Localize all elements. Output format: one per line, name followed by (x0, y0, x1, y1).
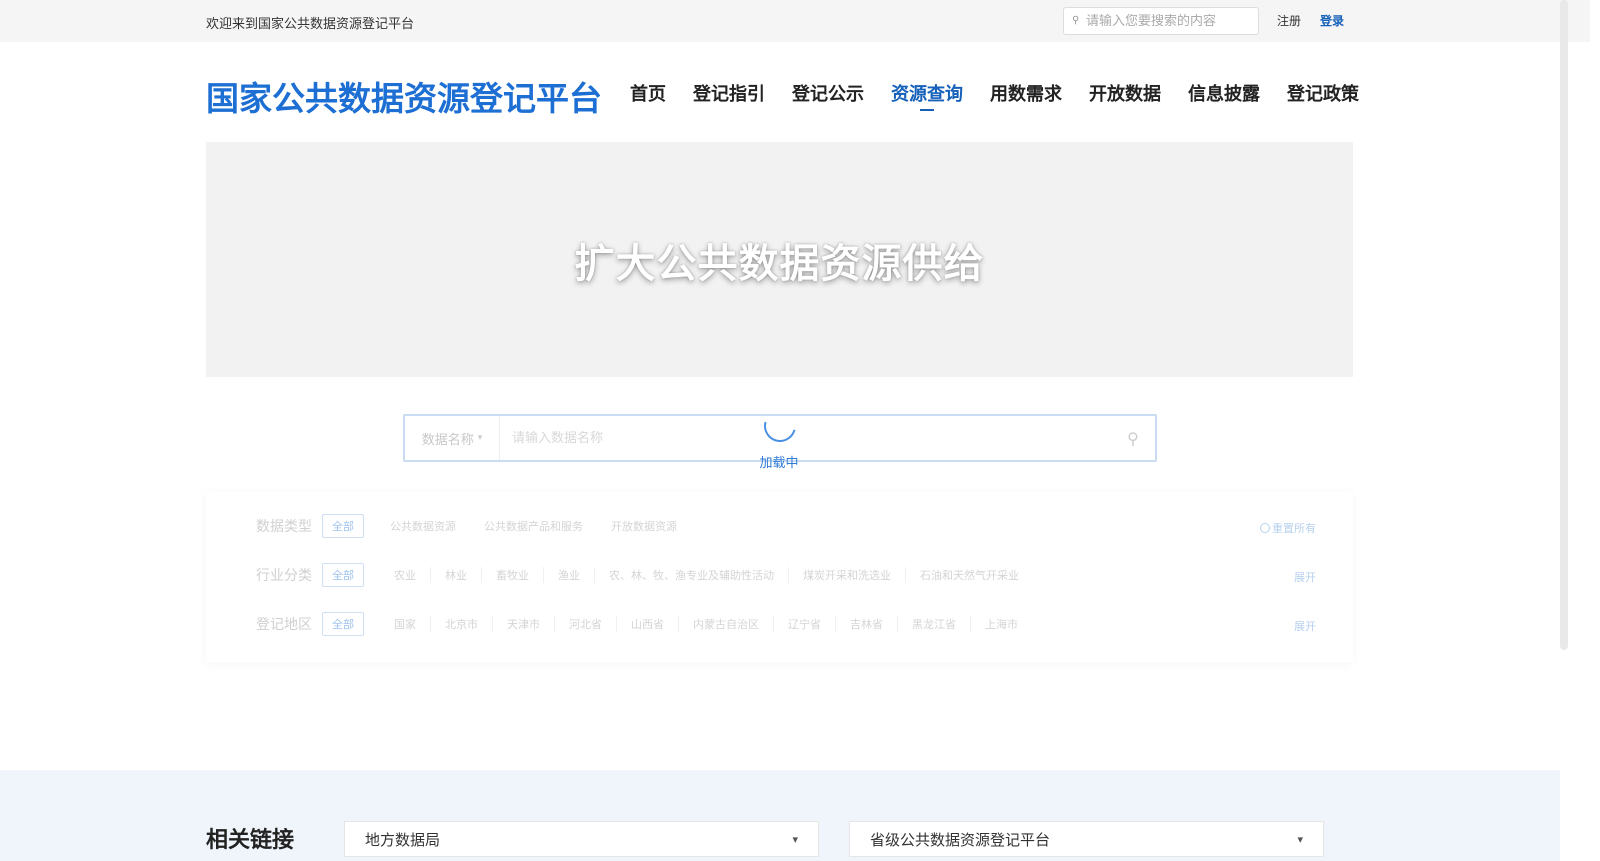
loading-indicator: 加载中 (758, 404, 802, 471)
search-button[interactable]: ⚲ (1111, 416, 1155, 460)
chevron-down-icon: ▾ (1297, 832, 1303, 846)
select-label: 省级公共数据资源登记平台 (870, 830, 1051, 849)
footer-links-section: 相关链接 地方数据局 ▾ 省级公共数据资源登记平台 ▾ (0, 770, 1560, 861)
resource-search-input[interactable] (500, 430, 1111, 446)
filter-panel: 数据类型 全部 公共数据资源 公共数据产品和服务 开放数据资源 重置所有 行业分… (206, 492, 1353, 662)
welcome-text: 欢迎来到国家公共数据资源登记平台 (206, 17, 415, 32)
filter-option[interactable]: 内蒙古自治区 (679, 616, 774, 632)
chevron-down-icon: ▾ (792, 832, 798, 846)
site-logo[interactable]: 国家公共数据资源登记平台 (206, 72, 602, 120)
select-label: 地方数据局 (365, 830, 441, 849)
filter-option[interactable]: 公共数据资源 (380, 518, 474, 534)
local-data-bureau-select[interactable]: 地方数据局 ▾ (344, 821, 819, 857)
filter-option[interactable]: 林业 (431, 567, 482, 583)
filter-label: 行业分类 (256, 568, 312, 584)
page: 欢迎来到国家公共数据资源登记平台 ⚲ 注册 登录 国家公共数据资源登记平台 首页… (0, 0, 1600, 861)
filter-option[interactable]: 黑龙江省 (898, 616, 971, 632)
filter-label: 数据类型 (256, 519, 312, 535)
nav-home[interactable]: 首页 (630, 80, 666, 106)
nav-policy[interactable]: 登记政策 (1287, 80, 1359, 106)
filter-option[interactable]: 农、林、牧、渔专业及辅助性活动 (595, 567, 789, 583)
chevron-down-icon: ▾ (477, 433, 483, 443)
top-search-input[interactable] (1086, 13, 1256, 29)
filter-option[interactable]: 畜牧业 (482, 567, 544, 583)
expand-region-link[interactable]: 展开 (1294, 618, 1316, 634)
search-icon: ⚲ (1127, 428, 1139, 448)
filter-all-tag[interactable]: 全部 (322, 514, 364, 538)
search-type-select[interactable]: 数据名称 ▾ (405, 416, 500, 460)
hero-banner: 扩大公共数据资源供给 (206, 142, 1353, 377)
filter-option[interactable]: 北京市 (431, 616, 493, 632)
related-links-title: 相关链接 (206, 828, 295, 853)
filter-option[interactable]: 石油和天然气开采业 (906, 567, 1033, 583)
filter-option[interactable]: 天津市 (493, 616, 555, 632)
filter-option[interactable]: 农业 (380, 567, 431, 583)
banner-title: 扩大公共数据资源供给 (574, 240, 985, 287)
filter-option[interactable]: 渔业 (544, 567, 595, 583)
filter-option[interactable]: 上海市 (971, 616, 1032, 632)
search-icon: ⚲ (1072, 15, 1080, 26)
login-link[interactable]: 登录 (1320, 12, 1344, 29)
filter-label: 登记地区 (256, 617, 312, 633)
filter-option[interactable]: 河北省 (555, 616, 617, 632)
filter-all-tag[interactable]: 全部 (322, 563, 364, 587)
nav-publicity[interactable]: 登记公示 (792, 80, 864, 106)
filter-row-region: 登记地区 全部 国家 北京市 天津市 河北省 山西省 内蒙古自治区 辽宁省 吉林… (256, 612, 1316, 636)
filter-row-industry: 行业分类 全部 农业 林业 畜牧业 渔业 农、林、牧、渔专业及辅助性活动 煤炭开… (256, 563, 1316, 587)
loading-text: 加载中 (759, 456, 799, 471)
nav-demand[interactable]: 用数需求 (990, 80, 1062, 106)
filter-all-tag[interactable]: 全部 (322, 612, 364, 636)
main-nav: 首页 登记指引 登记公示 资源查询 用数需求 开放数据 信息披露 登记政策 (630, 80, 1359, 106)
nav-resource-query[interactable]: 资源查询 (891, 80, 963, 106)
filter-option[interactable]: 开放数据资源 (601, 518, 695, 534)
expand-industry-link[interactable]: 展开 (1294, 569, 1316, 585)
refresh-icon (1260, 523, 1270, 533)
filter-option[interactable]: 国家 (380, 616, 431, 632)
filter-option[interactable]: 公共数据产品和服务 (474, 518, 601, 534)
reset-all-link[interactable]: 重置所有 (1260, 520, 1316, 536)
reset-all-label: 重置所有 (1272, 522, 1316, 535)
loading-spinner (758, 404, 802, 448)
filter-option[interactable]: 煤炭开采和洗选业 (789, 567, 906, 583)
register-link[interactable]: 注册 (1277, 12, 1301, 29)
top-search-box[interactable]: ⚲ (1063, 7, 1259, 35)
filter-option[interactable]: 辽宁省 (774, 616, 836, 632)
search-type-label: 数据名称 (421, 432, 474, 448)
filter-option[interactable]: 吉林省 (836, 616, 898, 632)
filter-option[interactable]: 山西省 (617, 616, 679, 632)
nav-guide[interactable]: 登记指引 (693, 80, 765, 106)
page-scrollbar[interactable] (1560, 0, 1568, 650)
filter-row-data-type: 数据类型 全部 公共数据资源 公共数据产品和服务 开放数据资源 (256, 514, 1316, 538)
top-bar: 欢迎来到国家公共数据资源登记平台 ⚲ 注册 登录 (0, 0, 1590, 42)
provincial-platform-select[interactable]: 省级公共数据资源登记平台 ▾ (849, 821, 1324, 857)
nav-disclosure[interactable]: 信息披露 (1188, 80, 1260, 106)
nav-open-data[interactable]: 开放数据 (1089, 80, 1161, 106)
